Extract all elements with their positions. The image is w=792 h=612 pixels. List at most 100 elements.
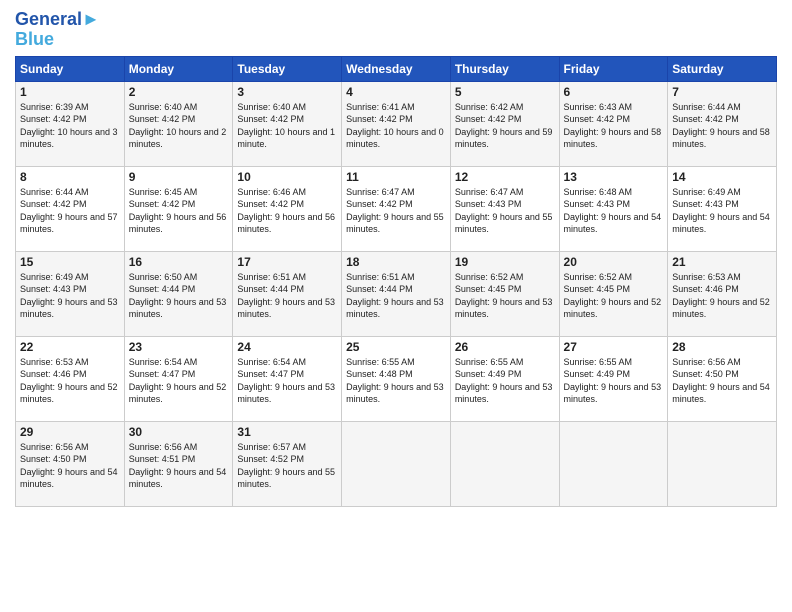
calendar-cell: 3 Sunrise: 6:40 AMSunset: 4:42 PMDaylight… bbox=[233, 81, 342, 166]
calendar-cell: 9 Sunrise: 6:45 AMSunset: 4:42 PMDaylight… bbox=[124, 166, 233, 251]
week-row-3: 15 Sunrise: 6:49 AMSunset: 4:43 PMDayligh… bbox=[16, 251, 777, 336]
calendar-page: General► Blue SundayMondayTuesdayWednesd… bbox=[0, 0, 792, 612]
calendar-cell: 8Sunrise: 6:44 AMSunset: 4:42 PMDaylight… bbox=[16, 166, 125, 251]
calendar-body: 1 Sunrise: 6:39 AMSunset: 4:42 PMDaylight… bbox=[16, 81, 777, 506]
day-number: 17 bbox=[237, 255, 337, 269]
calendar-cell: 14 Sunrise: 6:49 AMSunset: 4:43 PMDayligh… bbox=[668, 166, 777, 251]
calendar-cell: 5 Sunrise: 6:42 AMSunset: 4:42 PMDaylight… bbox=[450, 81, 559, 166]
calendar-cell bbox=[342, 421, 451, 506]
week-row-4: 22 Sunrise: 6:53 AMSunset: 4:46 PMDayligh… bbox=[16, 336, 777, 421]
cell-content: Sunrise: 6:47 AMSunset: 4:42 PMDaylight:… bbox=[346, 186, 446, 236]
calendar-cell: 2 Sunrise: 6:40 AMSunset: 4:42 PMDaylight… bbox=[124, 81, 233, 166]
day-number: 21 bbox=[672, 255, 772, 269]
calendar-cell: 22 Sunrise: 6:53 AMSunset: 4:46 PMDayligh… bbox=[16, 336, 125, 421]
calendar-cell: 15 Sunrise: 6:49 AMSunset: 4:43 PMDayligh… bbox=[16, 251, 125, 336]
calendar-cell: 10Sunrise: 6:46 AMSunset: 4:42 PMDayligh… bbox=[233, 166, 342, 251]
calendar-cell bbox=[450, 421, 559, 506]
calendar-cell: 25Sunrise: 6:55 AMSunset: 4:48 PMDayligh… bbox=[342, 336, 451, 421]
day-number: 4 bbox=[346, 85, 446, 99]
day-header-sunday: Sunday bbox=[16, 56, 125, 81]
week-row-5: 29 Sunrise: 6:56 AMSunset: 4:50 PMDayligh… bbox=[16, 421, 777, 506]
week-row-2: 8Sunrise: 6:44 AMSunset: 4:42 PMDaylight… bbox=[16, 166, 777, 251]
day-number: 3 bbox=[237, 85, 337, 99]
calendar-cell: 20 Sunrise: 6:52 AMSunset: 4:45 PMDayligh… bbox=[559, 251, 668, 336]
calendar-cell: 30Sunrise: 6:56 AMSunset: 4:51 PMDayligh… bbox=[124, 421, 233, 506]
day-number: 23 bbox=[129, 340, 229, 354]
day-number: 1 bbox=[20, 85, 120, 99]
cell-content: Sunrise: 6:52 AMSunset: 4:45 PMDaylight:… bbox=[564, 271, 664, 321]
day-number: 15 bbox=[20, 255, 120, 269]
day-header-wednesday: Wednesday bbox=[342, 56, 451, 81]
day-number: 27 bbox=[564, 340, 664, 354]
cell-content: Sunrise: 6:53 AMSunset: 4:46 PMDaylight:… bbox=[672, 271, 772, 321]
day-number: 7 bbox=[672, 85, 772, 99]
calendar-cell: 11 Sunrise: 6:47 AMSunset: 4:42 PMDayligh… bbox=[342, 166, 451, 251]
cell-content: Sunrise: 6:56 AMSunset: 4:50 PMDaylight:… bbox=[20, 441, 120, 491]
calendar-cell: 17Sunrise: 6:51 AMSunset: 4:44 PMDayligh… bbox=[233, 251, 342, 336]
day-number: 30 bbox=[129, 425, 229, 439]
week-row-1: 1 Sunrise: 6:39 AMSunset: 4:42 PMDaylight… bbox=[16, 81, 777, 166]
cell-content: Sunrise: 6:40 AMSunset: 4:42 PMDaylight:… bbox=[129, 101, 229, 151]
cell-content: Sunrise: 6:47 AMSunset: 4:43 PMDaylight:… bbox=[455, 186, 555, 236]
day-number: 26 bbox=[455, 340, 555, 354]
cell-content: Sunrise: 6:44 AMSunset: 4:42 PMDaylight:… bbox=[20, 186, 120, 236]
logo-text: General► bbox=[15, 10, 100, 30]
calendar-cell: 13 Sunrise: 6:48 AMSunset: 4:43 PMDayligh… bbox=[559, 166, 668, 251]
day-number: 18 bbox=[346, 255, 446, 269]
cell-content: Sunrise: 6:48 AMSunset: 4:43 PMDaylight:… bbox=[564, 186, 664, 236]
calendar-cell: 23Sunrise: 6:54 AMSunset: 4:47 PMDayligh… bbox=[124, 336, 233, 421]
calendar-cell: 21 Sunrise: 6:53 AMSunset: 4:46 PMDayligh… bbox=[668, 251, 777, 336]
day-number: 22 bbox=[20, 340, 120, 354]
day-number: 13 bbox=[564, 170, 664, 184]
calendar-cell: 6 Sunrise: 6:43 AMSunset: 4:42 PMDaylight… bbox=[559, 81, 668, 166]
calendar-cell: 27 Sunrise: 6:55 AMSunset: 4:49 PMDayligh… bbox=[559, 336, 668, 421]
cell-content: Sunrise: 6:40 AMSunset: 4:42 PMDaylight:… bbox=[237, 101, 337, 151]
day-number: 20 bbox=[564, 255, 664, 269]
day-header-monday: Monday bbox=[124, 56, 233, 81]
calendar-cell bbox=[668, 421, 777, 506]
day-number: 11 bbox=[346, 170, 446, 184]
logo: General► Blue bbox=[15, 10, 100, 50]
calendar-table: SundayMondayTuesdayWednesdayThursdayFrid… bbox=[15, 56, 777, 507]
cell-content: Sunrise: 6:54 AMSunset: 4:47 PMDaylight:… bbox=[237, 356, 337, 406]
cell-content: Sunrise: 6:53 AMSunset: 4:46 PMDaylight:… bbox=[20, 356, 120, 406]
day-number: 14 bbox=[672, 170, 772, 184]
cell-content: Sunrise: 6:45 AMSunset: 4:42 PMDaylight:… bbox=[129, 186, 229, 236]
calendar-cell: 28 Sunrise: 6:56 AMSunset: 4:50 PMDayligh… bbox=[668, 336, 777, 421]
day-header-thursday: Thursday bbox=[450, 56, 559, 81]
cell-content: Sunrise: 6:50 AMSunset: 4:44 PMDaylight:… bbox=[129, 271, 229, 321]
day-header-saturday: Saturday bbox=[668, 56, 777, 81]
calendar-cell: 29 Sunrise: 6:56 AMSunset: 4:50 PMDayligh… bbox=[16, 421, 125, 506]
cell-content: Sunrise: 6:57 AMSunset: 4:52 PMDaylight:… bbox=[237, 441, 337, 491]
day-number: 12 bbox=[455, 170, 555, 184]
calendar-cell bbox=[559, 421, 668, 506]
day-number: 2 bbox=[129, 85, 229, 99]
cell-content: Sunrise: 6:39 AMSunset: 4:42 PMDaylight:… bbox=[20, 101, 120, 151]
day-number: 29 bbox=[20, 425, 120, 439]
day-number: 5 bbox=[455, 85, 555, 99]
cell-content: Sunrise: 6:43 AMSunset: 4:42 PMDaylight:… bbox=[564, 101, 664, 151]
cell-content: Sunrise: 6:42 AMSunset: 4:42 PMDaylight:… bbox=[455, 101, 555, 151]
cell-content: Sunrise: 6:41 AMSunset: 4:42 PMDaylight:… bbox=[346, 101, 446, 151]
day-number: 31 bbox=[237, 425, 337, 439]
calendar-cell: 7 Sunrise: 6:44 AMSunset: 4:42 PMDaylight… bbox=[668, 81, 777, 166]
calendar-cell: 12 Sunrise: 6:47 AMSunset: 4:43 PMDayligh… bbox=[450, 166, 559, 251]
day-header-friday: Friday bbox=[559, 56, 668, 81]
day-number: 9 bbox=[129, 170, 229, 184]
calendar-header-row: SundayMondayTuesdayWednesdayThursdayFrid… bbox=[16, 56, 777, 81]
day-header-tuesday: Tuesday bbox=[233, 56, 342, 81]
calendar-cell: 18Sunrise: 6:51 AMSunset: 4:44 PMDayligh… bbox=[342, 251, 451, 336]
cell-content: Sunrise: 6:55 AMSunset: 4:49 PMDaylight:… bbox=[455, 356, 555, 406]
cell-content: Sunrise: 6:46 AMSunset: 4:42 PMDaylight:… bbox=[237, 186, 337, 236]
day-number: 28 bbox=[672, 340, 772, 354]
day-number: 6 bbox=[564, 85, 664, 99]
header: General► Blue bbox=[15, 10, 777, 50]
cell-content: Sunrise: 6:55 AMSunset: 4:48 PMDaylight:… bbox=[346, 356, 446, 406]
cell-content: Sunrise: 6:49 AMSunset: 4:43 PMDaylight:… bbox=[672, 186, 772, 236]
cell-content: Sunrise: 6:49 AMSunset: 4:43 PMDaylight:… bbox=[20, 271, 120, 321]
day-number: 24 bbox=[237, 340, 337, 354]
cell-content: Sunrise: 6:55 AMSunset: 4:49 PMDaylight:… bbox=[564, 356, 664, 406]
cell-content: Sunrise: 6:44 AMSunset: 4:42 PMDaylight:… bbox=[672, 101, 772, 151]
cell-content: Sunrise: 6:56 AMSunset: 4:50 PMDaylight:… bbox=[672, 356, 772, 406]
calendar-cell: 16Sunrise: 6:50 AMSunset: 4:44 PMDayligh… bbox=[124, 251, 233, 336]
